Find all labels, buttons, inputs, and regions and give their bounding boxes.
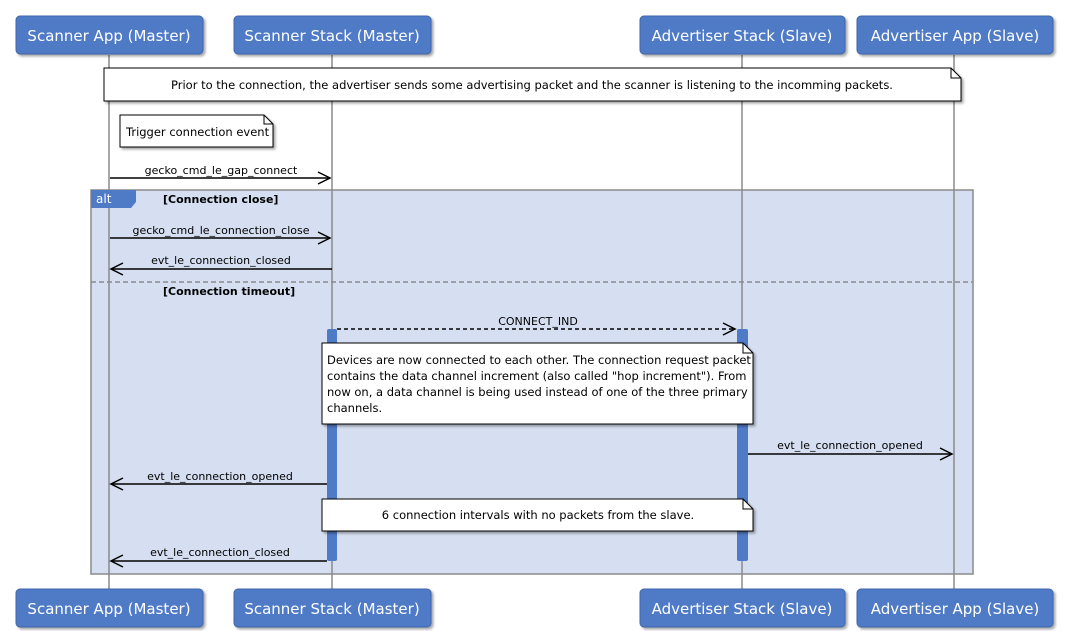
alt-label: alt: [96, 192, 112, 206]
svg-text:evt_le_connection_opened: evt_le_connection_opened: [147, 470, 293, 483]
participant-label: Advertiser App (Slave): [871, 27, 1040, 45]
note-trigger-text: Trigger connection event: [125, 125, 270, 139]
participant-label: Scanner App (Master): [27, 27, 190, 45]
note-prior-text: Prior to the connection, the advertiser …: [171, 78, 893, 92]
note-connected-line: now on, a data channel is being used ins…: [327, 385, 748, 399]
participant-label: Advertiser Stack (Slave): [652, 27, 833, 45]
note-connected-line: Devices are now connected to each other.…: [327, 353, 751, 367]
guard-connection-close: [Connection close]: [163, 193, 278, 206]
svg-text:evt_le_connection_closed: evt_le_connection_closed: [151, 254, 291, 267]
note-connected-line: channels.: [327, 401, 382, 415]
svg-text:evt_le_connection_closed: evt_le_connection_closed: [150, 546, 290, 559]
participant-label: Advertiser App (Slave): [871, 600, 1040, 618]
sequence-diagram: alt [Connection close] [Connection timeo…: [15, 15, 1054, 628]
svg-text:gecko_cmd_le_connection_close: gecko_cmd_le_connection_close: [132, 224, 309, 237]
svg-text:CONNECT_IND: CONNECT_IND: [498, 315, 578, 328]
participant-label: Scanner Stack (Master): [244, 27, 419, 45]
guard-connection-timeout: [Connection timeout]: [163, 285, 295, 298]
participant-label: Scanner Stack (Master): [244, 600, 419, 618]
note-timeout-text: 6 connection intervals with no packets f…: [382, 508, 694, 522]
participant-label: Advertiser Stack (Slave): [652, 600, 833, 618]
participant-label: Scanner App (Master): [27, 600, 190, 618]
svg-text:gecko_cmd_le_gap_connect: gecko_cmd_le_gap_connect: [145, 164, 298, 177]
svg-text:evt_le_connection_opened: evt_le_connection_opened: [777, 439, 923, 452]
message-gap-connect: gecko_cmd_le_gap_connect: [110, 164, 332, 185]
note-connected-line: contains the data channel increment (als…: [327, 369, 746, 383]
